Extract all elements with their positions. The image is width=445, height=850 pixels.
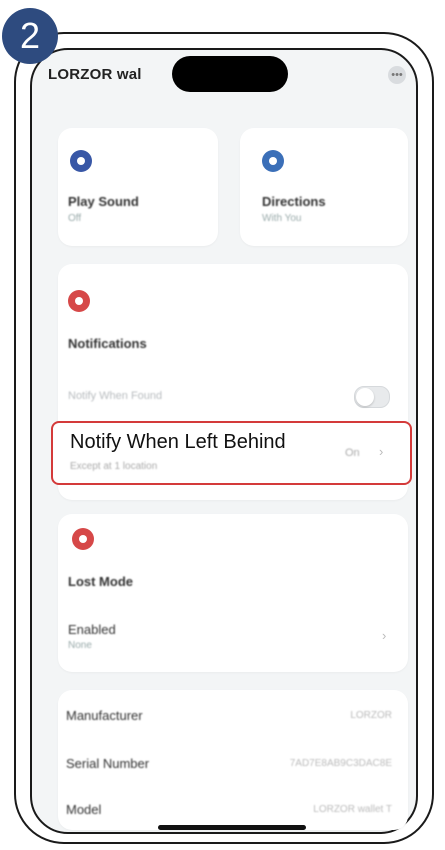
directions-subtitle: With You (262, 213, 302, 224)
lost-mode-enabled-row[interactable]: Enabled None › (58, 614, 408, 658)
lock-icon (72, 528, 94, 550)
model-row: Model LORZOR wallet T (58, 800, 408, 824)
ellipsis-icon: ••• (391, 69, 403, 81)
notify-when-found-label: Notify When Found (68, 390, 163, 402)
page-title: LORZOR wal (48, 66, 142, 83)
chevron-right-icon: › (379, 444, 384, 459)
model-label: Model (66, 802, 102, 817)
compass-icon (262, 150, 284, 172)
step-badge: 2 (2, 8, 58, 64)
notify-when-found-toggle[interactable] (354, 386, 390, 408)
play-sound-card[interactable]: Play Sound Off (58, 128, 218, 246)
lost-mode-card: Lost Mode Enabled None › (58, 514, 408, 672)
serial-number-row: Serial Number 7AD7E8AB9C3DAC8E (58, 754, 408, 778)
lost-mode-enabled-label: Enabled (68, 622, 116, 637)
manufacturer-label: Manufacturer (66, 708, 143, 723)
serial-number-value: 7AD7E8AB9C3DAC8E (289, 758, 392, 769)
lost-mode-enabled-value: None (68, 640, 92, 651)
notifications-title: Notifications (68, 336, 147, 351)
details-card: Manufacturer LORZOR Serial Number 7AD7E8… (58, 690, 408, 830)
directions-card[interactable]: Directions With You (240, 128, 408, 246)
notify-left-behind-sublabel: Except at 1 location (70, 461, 158, 472)
lost-mode-title: Lost Mode (68, 574, 133, 589)
play-sound-title: Play Sound (68, 194, 139, 209)
manufacturer-value: LORZOR (350, 710, 392, 721)
serial-number-label: Serial Number (66, 756, 150, 771)
model-value: LORZOR wallet T (313, 804, 392, 815)
more-button[interactable]: ••• (388, 66, 406, 84)
manufacturer-row: Manufacturer LORZOR (58, 706, 408, 730)
bell-icon (68, 290, 90, 312)
dynamic-island (172, 56, 288, 92)
speaker-icon (70, 150, 92, 172)
notify-left-behind-label: Notify When Left Behind (70, 431, 286, 453)
chevron-right-icon: › (382, 628, 387, 643)
notify-left-behind-row[interactable]: Notify When Left Behind Except at 1 loca… (51, 421, 412, 485)
play-sound-subtitle: Off (68, 213, 82, 224)
home-indicator (158, 825, 306, 830)
directions-title: Directions (262, 194, 326, 209)
notify-left-behind-value: On (345, 447, 360, 459)
